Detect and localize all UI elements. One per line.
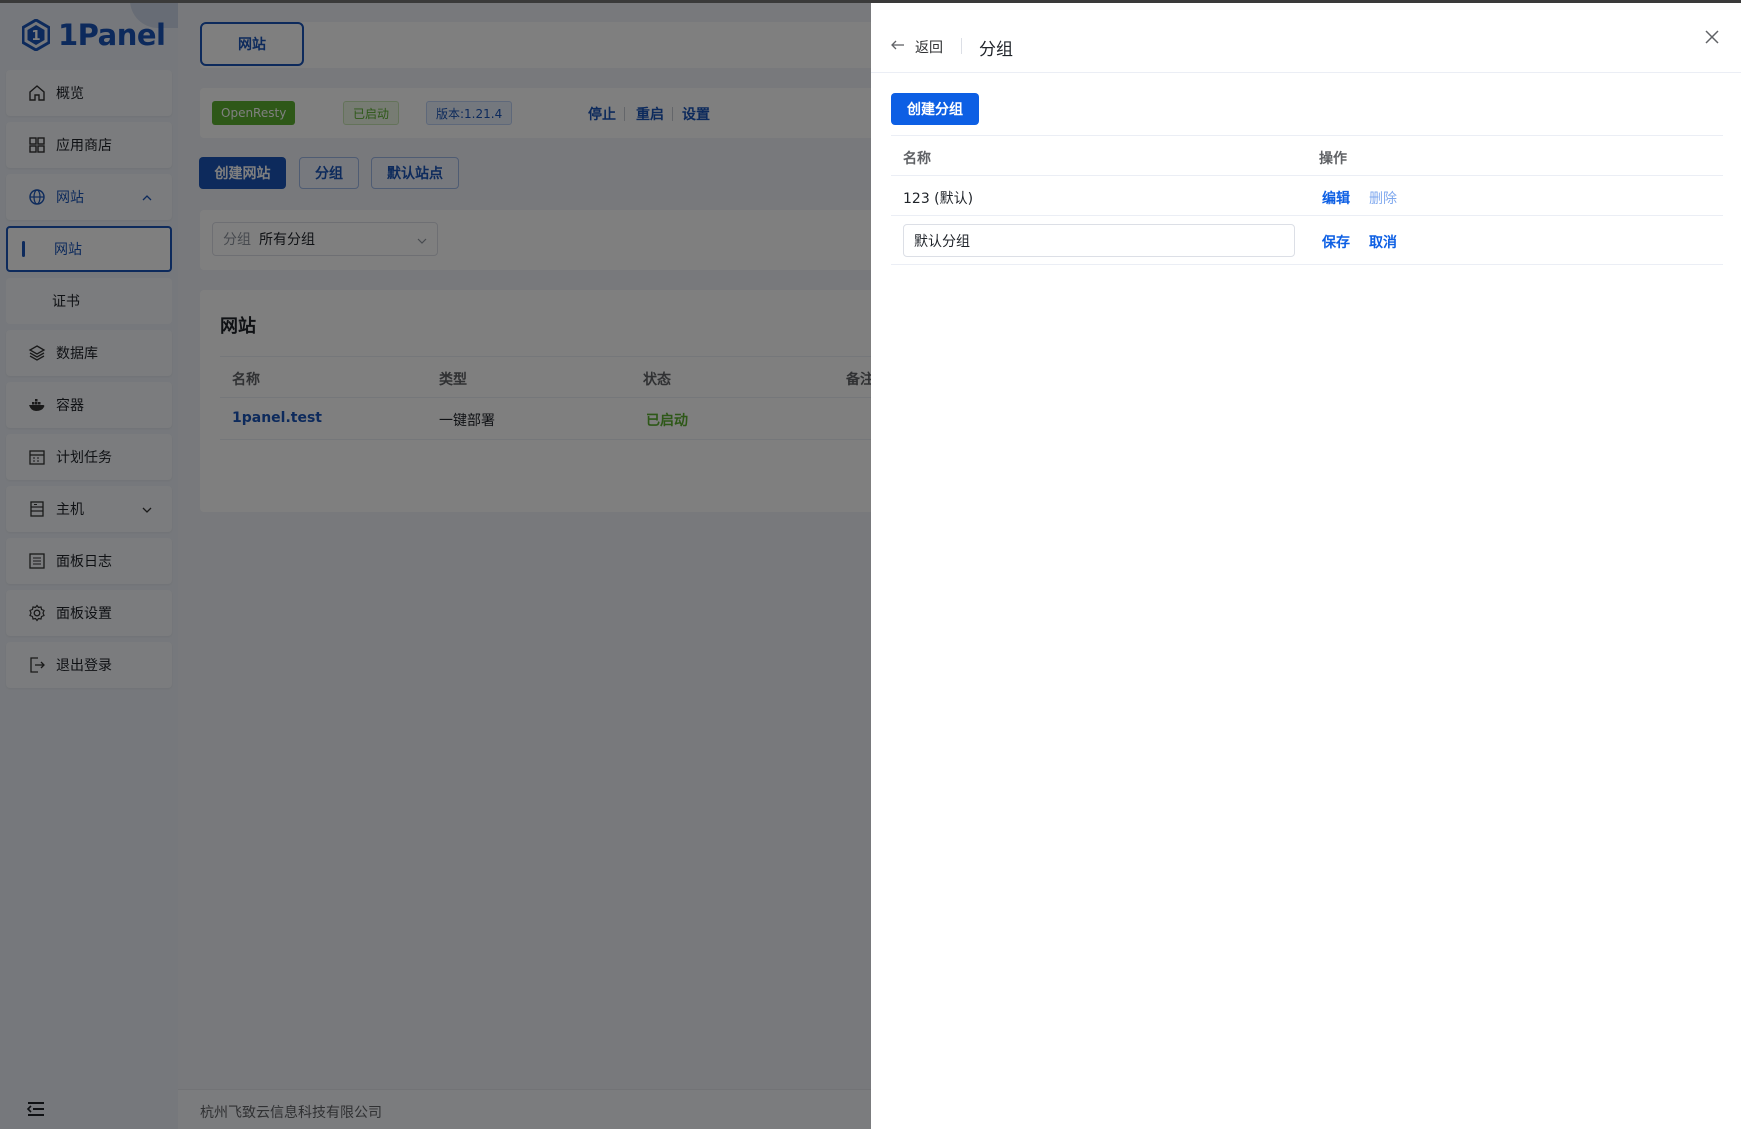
table-header: 名称 操作 bbox=[891, 135, 1723, 176]
save-link[interactable]: 保存 bbox=[1322, 232, 1350, 252]
table-row-editing: 保存 取消 bbox=[891, 216, 1723, 265]
edit-link[interactable]: 编辑 bbox=[1322, 188, 1350, 208]
group-drawer: 返回 分组 创建分组 名称 操作 123 (默认) 编辑 删除 保存 取消 bbox=[871, 3, 1741, 1129]
drawer-header: 返回 分组 bbox=[871, 3, 1741, 73]
cancel-link[interactable]: 取消 bbox=[1369, 232, 1397, 252]
column-header: 操作 bbox=[1319, 151, 1347, 167]
back-label: 返回 bbox=[915, 40, 943, 56]
group-table: 名称 操作 123 (默认) 编辑 删除 保存 取消 bbox=[891, 135, 1723, 265]
close-icon[interactable] bbox=[1705, 30, 1719, 48]
drawer-title: 分组 bbox=[979, 40, 1013, 60]
table-row: 123 (默认) 编辑 删除 bbox=[891, 176, 1723, 216]
group-name-input[interactable] bbox=[903, 224, 1295, 257]
arrow-left-icon bbox=[891, 39, 905, 55]
group-name: 123 (默认) bbox=[903, 191, 974, 207]
delete-link[interactable]: 删除 bbox=[1369, 188, 1397, 208]
column-header: 名称 bbox=[903, 151, 931, 167]
create-group-button[interactable]: 创建分组 bbox=[891, 93, 979, 125]
back-button[interactable]: 返回 bbox=[891, 37, 943, 57]
